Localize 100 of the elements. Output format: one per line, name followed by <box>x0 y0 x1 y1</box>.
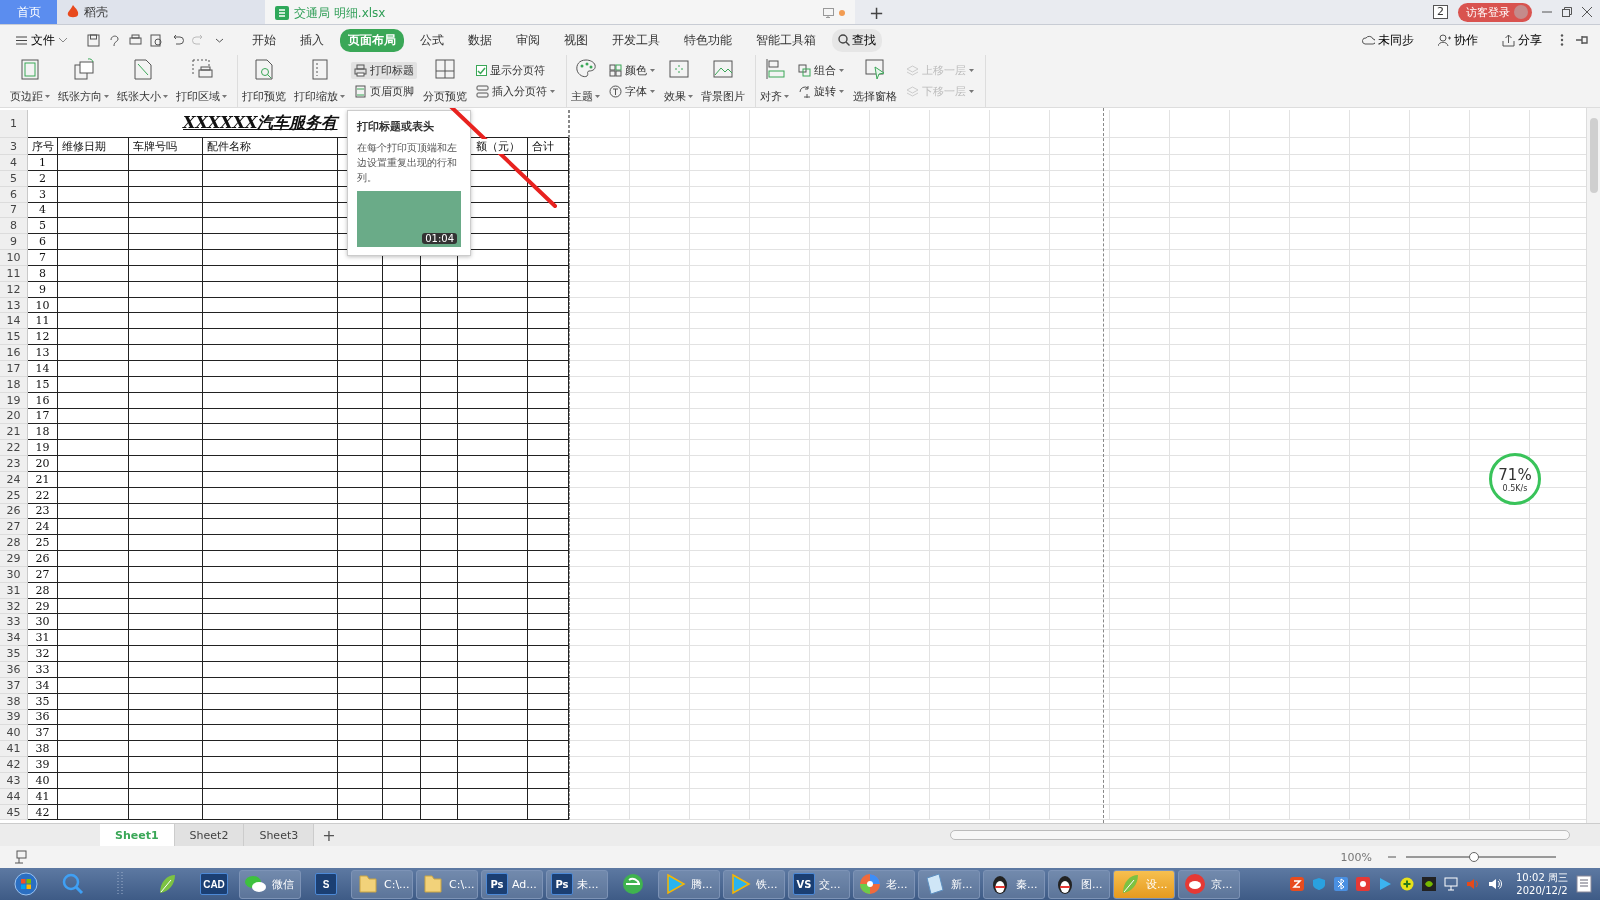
toolbar-link[interactable]: 协作 <box>1432 30 1484 50</box>
window-count-badge[interactable]: 2 <box>1433 5 1448 19</box>
zoom-level[interactable]: 100% <box>1334 849 1378 865</box>
ribbon-button[interactable]: 打印区域 <box>174 55 229 107</box>
ribbon-button[interactable]: 纸张方向 <box>56 55 111 107</box>
toolbar-link[interactable]: 分享 <box>1496 30 1548 50</box>
table-cell: 6 <box>28 234 58 251</box>
taskbar-window-button[interactable]: 新... <box>918 869 980 899</box>
taskbar-window-button[interactable]: 腾... <box>658 869 720 899</box>
table-cell <box>458 709 528 726</box>
menu-tab[interactable]: 插入 <box>292 28 332 52</box>
taskbar-window-button[interactable]: C:\... <box>416 869 478 899</box>
horizontal-scrollbar[interactable] <box>950 830 1570 840</box>
ribbon-button[interactable]: 选择窗格 <box>851 55 899 107</box>
network-speed-widget[interactable]: 71% 0.5K/s <box>1489 453 1541 505</box>
ribbon-button[interactable]: 效果 <box>662 55 695 107</box>
table-cell <box>58 709 129 726</box>
ribbon-button[interactable]: 旋转 <box>795 83 847 100</box>
table-cell <box>338 519 383 536</box>
ribbon-button[interactable]: 主题 <box>569 55 602 107</box>
toolbar-link[interactable]: 未同步 <box>1356 30 1420 50</box>
table-cell <box>383 677 421 694</box>
table-cell <box>383 345 421 361</box>
table-cell: 23 <box>28 503 58 520</box>
file-menu[interactable]: 文件 <box>10 30 73 50</box>
video-thumbnail[interactable]: 01:04 <box>357 191 461 247</box>
sheet-tab[interactable]: Sheet3 <box>244 824 315 846</box>
taskbar-button[interactable]: S <box>304 869 348 899</box>
ribbon-button[interactable]: 对齐 <box>758 55 791 107</box>
menu-tab[interactable]: 公式 <box>412 28 452 52</box>
login-button[interactable]: 访客登录 <box>1458 2 1532 22</box>
menu-tab[interactable]: 视图 <box>556 28 596 52</box>
scrollbar-thumb[interactable] <box>1590 118 1598 193</box>
new-tab-button[interactable]: + <box>863 0 891 24</box>
taskbar-window-button[interactable]: 老... <box>853 869 915 899</box>
table-cell <box>383 582 421 599</box>
ribbon-button[interactable]: 纸张大小 <box>115 55 170 107</box>
app-icon: CAD <box>200 873 228 895</box>
table-cell <box>458 566 528 583</box>
menu-tab[interactable]: 智能工具箱 <box>748 28 824 52</box>
taskbar-window-button[interactable]: 京... <box>1178 869 1240 899</box>
clock-time[interactable]: 10:02 周三 <box>1516 871 1568 884</box>
speed-rate: 0.5K/s <box>1502 483 1528 493</box>
ribbon-button[interactable]: 颜色 <box>606 62 658 79</box>
table-cell <box>458 360 528 377</box>
search-button[interactable]: 查找 <box>832 28 882 52</box>
row-number: 9 <box>0 234 28 251</box>
menu-tab[interactable]: 数据 <box>460 28 500 52</box>
table-cell <box>58 566 129 583</box>
caret-icon <box>650 69 655 72</box>
sheet-tab[interactable]: Sheet2 <box>174 824 245 846</box>
taskbar-window-button[interactable]: 图... <box>1048 869 1110 899</box>
ribbon-button[interactable]: 背景图片 <box>699 55 747 107</box>
taskbar-window-button[interactable]: 微信 <box>239 869 301 899</box>
show-page-breaks-checkbox[interactable]: 显示分页符 <box>473 62 558 79</box>
table-cell: 29 <box>28 598 58 615</box>
table-cell <box>421 693 458 710</box>
vertical-scrollbar[interactable] <box>1586 108 1600 823</box>
table-cell <box>421 757 458 773</box>
taskbar-window-button[interactable]: Ps 未... <box>546 869 608 899</box>
row-number: 36 <box>0 662 28 678</box>
table-cell <box>528 265 569 282</box>
ribbon-button[interactable]: 打印缩放 <box>292 55 347 107</box>
menu-tab[interactable]: 开始 <box>244 28 284 52</box>
taskbar-window-button[interactable]: 秦... <box>983 869 1045 899</box>
taskbar-window-button[interactable]: VS 交... <box>788 869 850 899</box>
row-number: 8 <box>0 218 28 235</box>
taskbar-button[interactable]: CAD <box>192 869 236 899</box>
print-preview-icon <box>150 33 163 47</box>
ribbon-button[interactable]: 页边距 <box>8 55 52 107</box>
table-cell <box>383 662 421 678</box>
menu-tab[interactable]: 开发工具 <box>604 28 668 52</box>
ribbon-button[interactable]: 页眉页脚 <box>351 83 417 100</box>
table-cell: 14 <box>28 360 58 377</box>
table-cell <box>383 313 421 330</box>
menu-tab[interactable]: 特色功能 <box>676 28 740 52</box>
table-cell <box>528 376 569 393</box>
table-cell: 4 <box>28 202 58 219</box>
table-cell <box>421 646 458 662</box>
ribbon-button[interactable]: 打印预览 <box>240 55 288 107</box>
clock-date[interactable]: 2020/12/2 <box>1516 884 1568 897</box>
ribbon-button[interactable]: 组合 <box>795 62 847 79</box>
table-cell <box>421 313 458 330</box>
ribbon-button[interactable]: 插入分页符 <box>473 83 558 100</box>
preview-icon <box>253 58 275 80</box>
app-tab[interactable]: 稻壳 <box>57 0 265 24</box>
table-cell: 21 <box>28 471 58 488</box>
menu-tab[interactable]: 审阅 <box>508 28 548 52</box>
taskbar-window-button[interactable]: C:\... <box>351 869 413 899</box>
table-cell <box>528 487 569 504</box>
add-sheet-button[interactable]: + <box>314 824 344 846</box>
ribbon-button[interactable]: 分页预览 <box>421 55 469 107</box>
cloud-icon <box>1362 33 1375 47</box>
taskbar-window-button[interactable]: Ps Ad... <box>481 869 543 899</box>
share-icon <box>1502 33 1515 47</box>
ribbon-button[interactable]: 打印标题 <box>351 62 417 79</box>
table-cell <box>383 265 421 282</box>
table-cell <box>338 376 383 393</box>
taskbar-window-button[interactable]: 铁... <box>723 869 785 899</box>
ribbon-button[interactable]: 字体 <box>606 83 658 100</box>
